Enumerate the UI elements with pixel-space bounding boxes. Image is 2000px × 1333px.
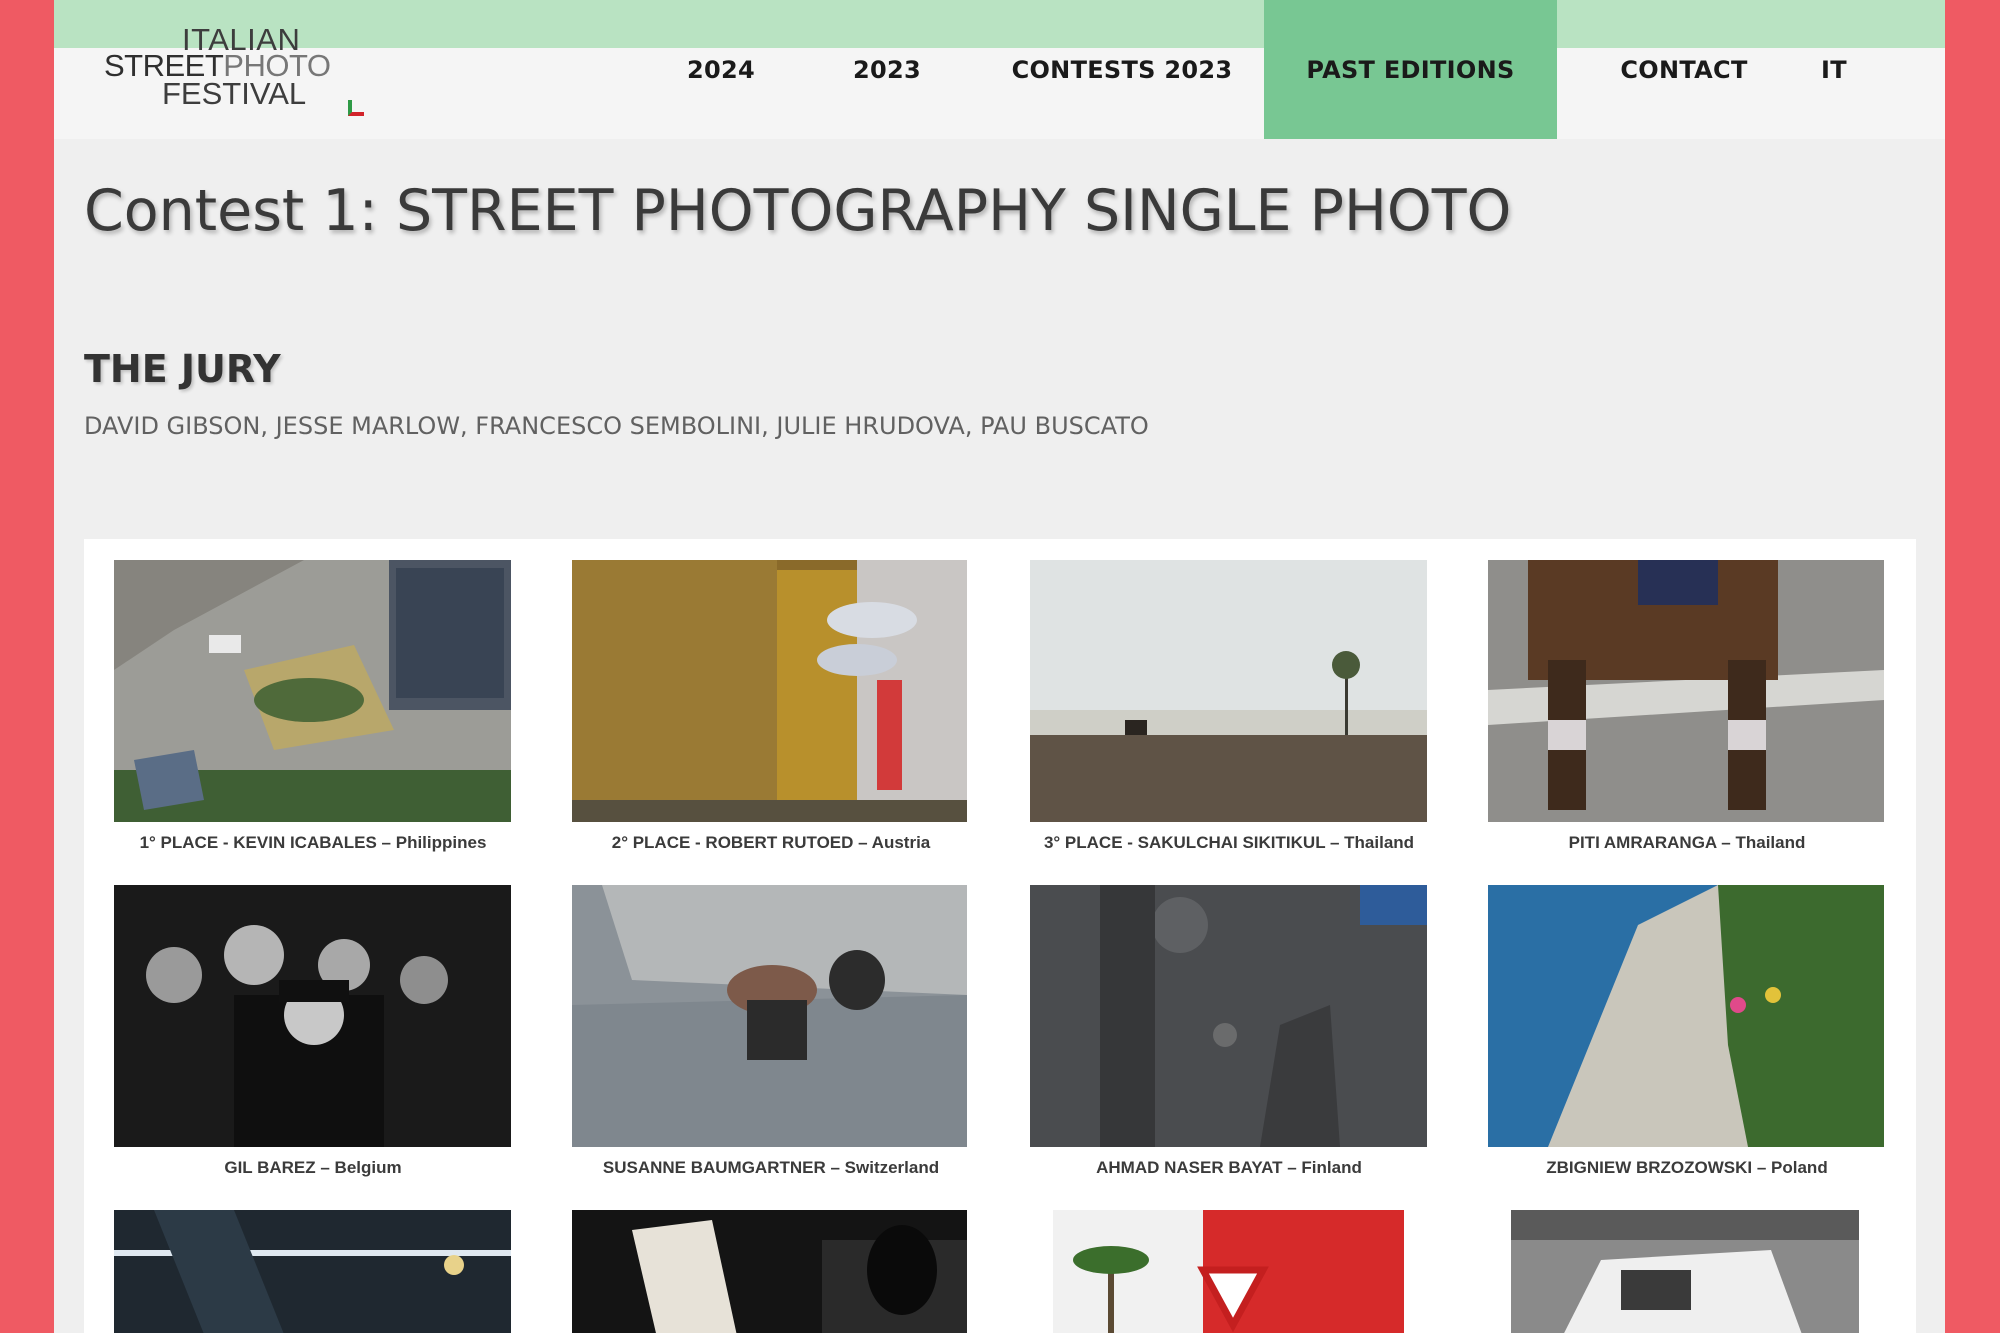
nav-item-past-editions[interactable]: PAST EDITIONS	[1264, 0, 1557, 139]
gallery-card[interactable]	[1458, 1189, 1916, 1333]
nav-item-contests-2023[interactable]: CONTESTS 2023	[1002, 0, 1242, 139]
photo-caption: 1° PLACE - KEVIN ICABALES – Philippines	[139, 833, 487, 852]
gallery-card[interactable]	[542, 1189, 1000, 1333]
photo-thumbnail[interactable]	[114, 885, 511, 1147]
photo-caption: AHMAD NASER BAYAT – Finland	[1096, 1158, 1362, 1177]
gallery-card[interactable]: 1° PLACE - KEVIN ICABALES – Philippines	[84, 539, 542, 864]
page-title: Contest 1: STREET PHOTOGRAPHY SINGLE PHO…	[84, 178, 1512, 244]
nav-item-language-it[interactable]: IT	[1804, 0, 1864, 139]
photo-thumbnail[interactable]	[1030, 885, 1427, 1147]
gallery-card[interactable]	[1000, 1189, 1458, 1333]
nav-item-2023[interactable]: 2023	[837, 0, 937, 139]
nav-item-2024[interactable]: 2024	[671, 0, 771, 139]
page: ITALIAN STREETPHOTO FESTIVAL 2024 2023 C…	[54, 0, 1945, 1333]
photo-thumbnail[interactable]	[1053, 1210, 1404, 1333]
jury-heading: THE JURY	[84, 347, 281, 391]
photo-thumbnail[interactable]	[1511, 1210, 1859, 1333]
photo-thumbnail[interactable]	[572, 885, 967, 1147]
photo-caption: PITI AMRARANGA – Thailand	[1568, 833, 1806, 852]
jury-names: DAVID GIBSON, JESSE MARLOW, FRANCESCO SE…	[84, 412, 1149, 440]
photo-thumbnail[interactable]	[572, 560, 967, 822]
photo-thumbnail[interactable]	[114, 560, 511, 822]
gallery-card[interactable]: ZBIGNIEW BRZOZOWSKI – Poland	[1458, 864, 1916, 1189]
photo-gallery: 1° PLACE - KEVIN ICABALES – Philippines …	[84, 539, 1916, 1333]
gallery-card[interactable]: PITI AMRARANGA – Thailand	[1458, 539, 1916, 864]
photo-caption: SUSANNE BAUMGARTNER – Switzerland	[602, 1158, 940, 1177]
gallery-card[interactable]: SUSANNE BAUMGARTNER – Switzerland	[542, 864, 1000, 1189]
gallery-card[interactable]: 3° PLACE - SAKULCHAI SIKITIKUL – Thailan…	[1000, 539, 1458, 864]
gallery-card[interactable]	[84, 1189, 542, 1333]
photo-caption: 3° PLACE - SAKULCHAI SIKITIKUL – Thailan…	[1043, 833, 1415, 852]
photo-caption: ZBIGNIEW BRZOZOWSKI – Poland	[1546, 1158, 1828, 1177]
gallery-card[interactable]: AHMAD NASER BAYAT – Finland	[1000, 864, 1458, 1189]
photo-thumbnail[interactable]	[114, 1210, 511, 1333]
photo-thumbnail[interactable]	[1030, 560, 1427, 822]
photo-thumbnail[interactable]	[572, 1210, 967, 1333]
photo-caption: GIL BAREZ – Belgium	[224, 1158, 402, 1177]
nav-item-contact[interactable]: CONTACT	[1594, 0, 1774, 139]
gallery-card[interactable]: 2° PLACE - ROBERT RUTOED – Austria	[542, 539, 1000, 864]
photo-thumbnail[interactable]	[1488, 885, 1884, 1147]
gallery-card[interactable]: GIL BAREZ – Belgium	[84, 864, 542, 1189]
photo-thumbnail[interactable]	[1488, 560, 1884, 822]
photo-caption: 2° PLACE - ROBERT RUTOED – Austria	[611, 833, 931, 852]
main-nav: 2024 2023 CONTESTS 2023 PAST EDITIONS CO…	[54, 0, 1945, 139]
